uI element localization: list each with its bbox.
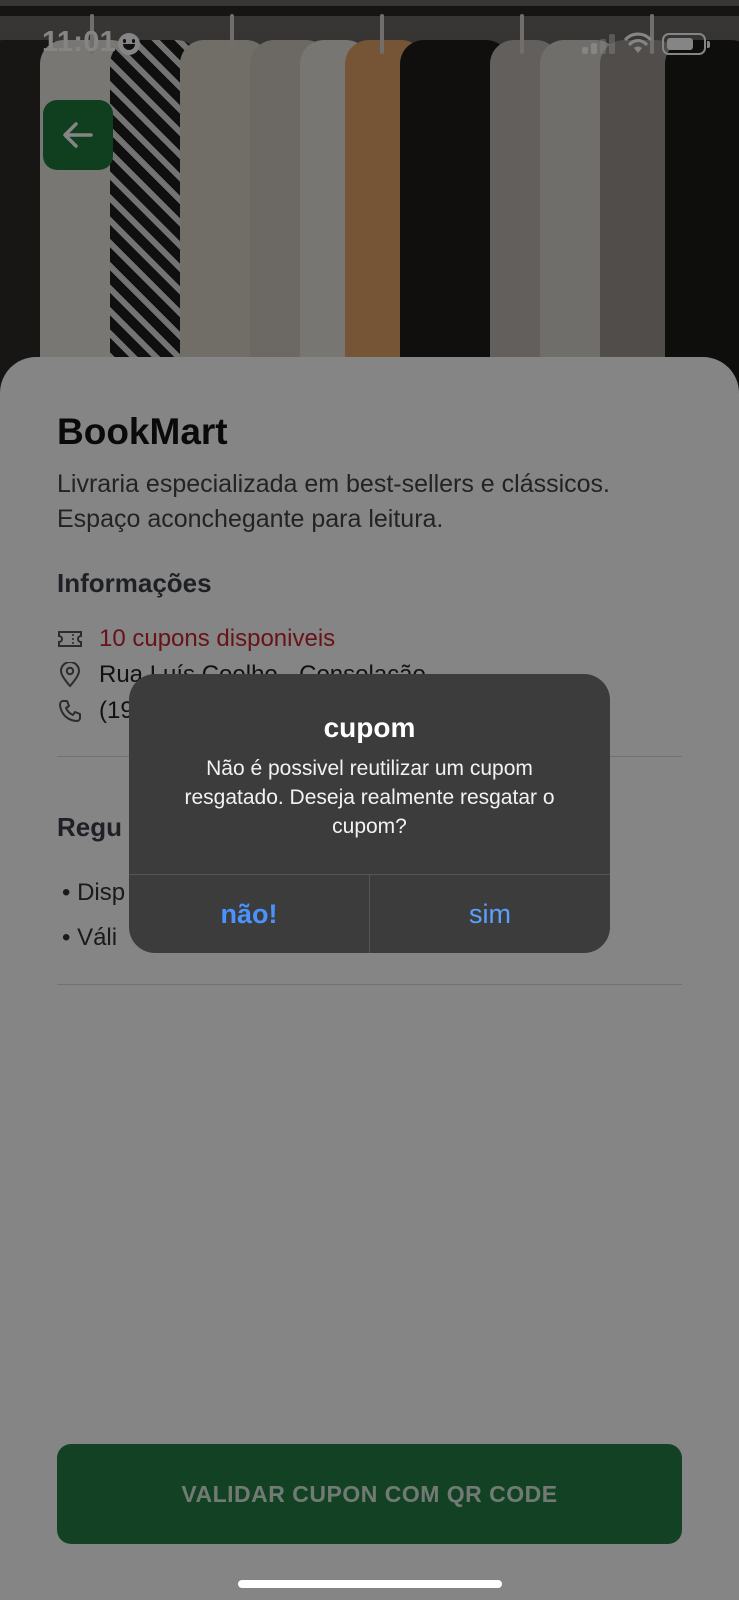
home-indicator[interactable]: [238, 1580, 502, 1588]
dialog-yes-button[interactable]: sim: [370, 875, 610, 953]
dialog-message: Não é possivel reutilizar um cupom resga…: [184, 757, 555, 838]
dialog-no-button[interactable]: não!: [129, 875, 369, 953]
dialog-title: cupom: [323, 712, 416, 743]
confirm-dialog: cupom Não é possivel reutilizar um cupom…: [129, 674, 610, 953]
